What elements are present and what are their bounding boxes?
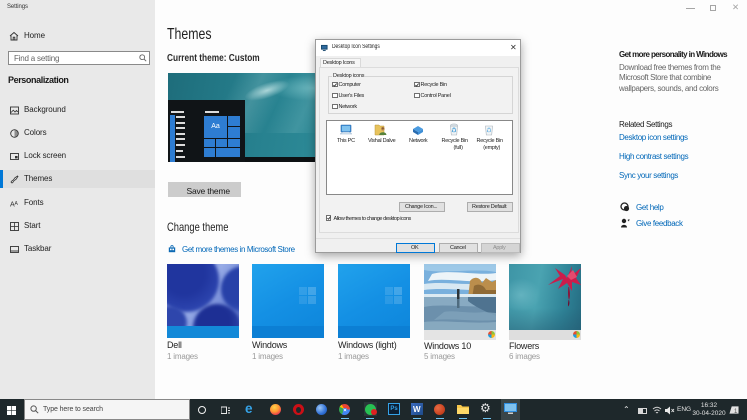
svg-text:A: A (15, 201, 19, 207)
